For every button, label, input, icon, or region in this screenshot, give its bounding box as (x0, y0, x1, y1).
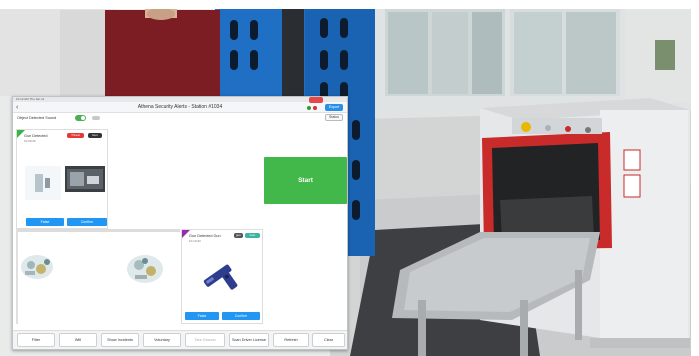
alert-card: Gun Detected Gun 10:10:33 gun Gun False … (181, 229, 263, 324)
frame-right-border (691, 0, 699, 356)
tare-ground-button[interactable]: Tare Ground (185, 333, 225, 347)
alert-badge (309, 97, 323, 103)
clear-button[interactable]: Clear (312, 333, 345, 347)
export-button[interactable]: Export (325, 104, 343, 111)
xray-gallery-left[interactable] (17, 247, 65, 287)
frame-top-border (0, 0, 699, 9)
tablet-app-window: 10:12 AM Thu Jan 11 ‹ Athena Security Al… (12, 96, 348, 350)
alert-time: 10:06:26 (24, 139, 36, 143)
false-button[interactable]: False (185, 312, 219, 320)
app-title-bar: ‹ Athena Security Alerts - Station #1034… (13, 97, 347, 113)
filter-button[interactable]: Filter (17, 333, 55, 347)
confirm-button[interactable]: Confirm (67, 218, 107, 226)
gun-xray-image[interactable] (196, 254, 246, 300)
app-title: Athena Security Alerts - Station #1034 (137, 104, 223, 110)
screen: 10:12 AM Thu Jan 11 ‹ Athena Security Al… (0, 0, 699, 356)
sound-toggle-label: Object Detected Sound (17, 116, 57, 120)
alarm-status-icon (313, 106, 317, 110)
wifi-button[interactable]: Wifi (59, 333, 97, 347)
scan-driver-license-button[interactable]: Scan Driver License (229, 333, 269, 347)
false-button[interactable]: False (26, 218, 64, 226)
status-button[interactable]: Status (325, 114, 343, 121)
show-incidents-button[interactable]: Show Incidents (101, 333, 139, 347)
sound-toggle[interactable] (75, 115, 86, 121)
gallery-divider (16, 229, 180, 232)
type-badge: gun (234, 233, 243, 238)
voluntary-button[interactable]: Voluntary (143, 333, 181, 347)
category-badge: Gun (245, 233, 260, 238)
xray-gallery-right[interactable] (121, 247, 171, 292)
xray-image-right[interactable] (65, 166, 105, 192)
connection-status-icon (307, 106, 311, 110)
alert-card: Gun Detected 10:06:26 Threat Gun False C… (16, 129, 108, 229)
bottom-toolbar: Filter Wifi Show Incidents Voluntary Tar… (13, 330, 347, 349)
refresh-button[interactable]: Refresh (273, 333, 309, 347)
type-badge: Gun (88, 133, 102, 138)
start-button[interactable]: Start (264, 157, 347, 204)
xray-image-left[interactable] (25, 166, 61, 200)
alert-time: 10:10:33 (189, 239, 201, 243)
controls-row: Object Detected Sound Status (13, 113, 347, 123)
secondary-toggle[interactable] (92, 116, 100, 120)
threat-badge: Threat (67, 133, 84, 138)
confirm-button[interactable]: Confirm (222, 312, 260, 320)
